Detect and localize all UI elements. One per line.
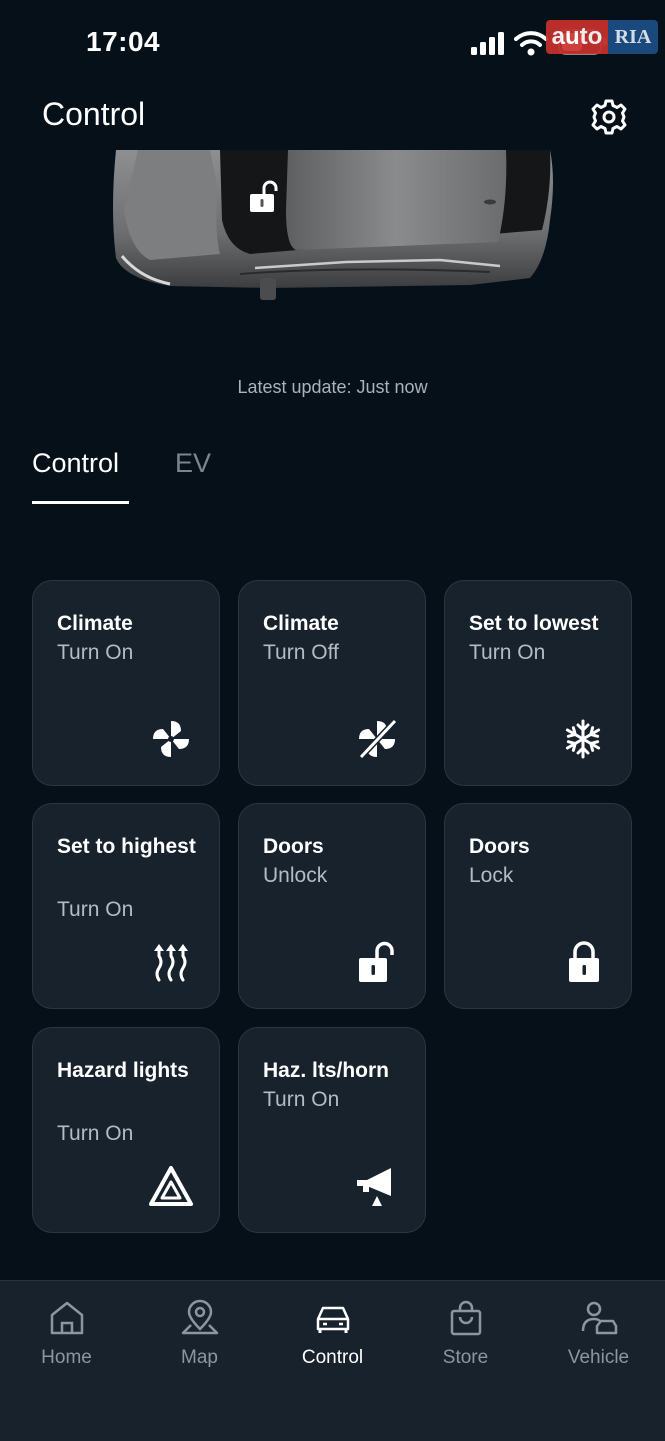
snowflake-icon (565, 719, 601, 759)
horn-icon (357, 1168, 391, 1206)
tile-subtitle: Unlock (263, 864, 328, 887)
climate-on-tile[interactable]: Climate Turn On (32, 580, 220, 786)
doors-lock-tile[interactable]: Doors Lock (444, 803, 632, 1009)
nav-label: Home (41, 1347, 92, 1368)
tile-subtitle: Turn On (263, 1088, 340, 1111)
nav-label: Control (301, 1347, 364, 1368)
watermark-right: RIA (608, 20, 658, 54)
tile-title: Haz. lts/horn (263, 1059, 390, 1082)
nav-control[interactable]: Control (266, 1281, 399, 1391)
tile-title: Set to lowest (469, 612, 599, 635)
nav-label: Map (181, 1347, 218, 1368)
heat-waves-icon (154, 944, 188, 982)
nav-map[interactable]: Map (133, 1281, 266, 1391)
tile-subtitle: Turn On (57, 898, 134, 921)
shopping-bag-icon (450, 1300, 482, 1336)
last-update-text: Latest update: Just now (237, 377, 428, 397)
car-icon (316, 1306, 350, 1333)
person-car-icon (581, 1301, 618, 1335)
climate-off-tile[interactable]: Climate Turn Off (238, 580, 426, 786)
hazard-lights-tile[interactable]: Hazard lights Turn On (32, 1027, 220, 1233)
tile-title: Climate (263, 612, 339, 635)
tile-title: Doors (469, 835, 530, 858)
tab-control[interactable]: Control (32, 448, 119, 479)
active-tab-indicator (32, 501, 129, 504)
hazard-horn-tile[interactable]: Haz. lts/horn Turn On (238, 1027, 426, 1233)
map-pin-icon (181, 1299, 219, 1335)
tile-subtitle: Turn Off (263, 641, 339, 664)
unlock-icon (359, 941, 394, 982)
tile-subtitle: Turn On (57, 641, 134, 664)
fan-off-icon (358, 718, 398, 760)
status-time: 17:04 (86, 26, 161, 57)
tile-title: Climate (57, 612, 133, 635)
tile-subtitle: Lock (469, 864, 514, 887)
nav-label: Vehicle (567, 1347, 630, 1368)
bottom-nav: Home Map Control Store Vehicle (0, 1280, 665, 1441)
watermark-logo: auto RIA (546, 20, 658, 56)
wifi-icon (514, 31, 548, 56)
signal-icon (471, 32, 504, 55)
tile-subtitle: Turn On (469, 641, 546, 664)
tile-title: Set to highest (57, 835, 196, 858)
tile-title: Doors (263, 835, 324, 858)
hazard-triangle-icon (149, 1166, 193, 1206)
watermark-left: auto (546, 20, 608, 54)
set-lowest-tile[interactable]: Set to lowest Turn On (444, 580, 632, 786)
nav-vehicle[interactable]: Vehicle (532, 1281, 665, 1391)
fan-icon (153, 721, 189, 757)
tile-subtitle: Turn On (57, 1122, 134, 1145)
tab-ev[interactable]: EV (175, 448, 211, 479)
doors-unlock-tile[interactable]: Doors Unlock (238, 803, 426, 1009)
set-highest-tile[interactable]: Set to highest Turn On (32, 803, 220, 1009)
nav-label: Store (442, 1347, 489, 1368)
nav-home[interactable]: Home (0, 1281, 133, 1391)
home-icon (50, 1301, 84, 1335)
tile-title: Hazard lights (57, 1059, 189, 1082)
nav-store[interactable]: Store (399, 1281, 532, 1391)
page-title: Control (42, 96, 146, 132)
lock-icon (569, 941, 599, 982)
vehicle-image (113, 150, 553, 300)
gear-icon[interactable] (588, 96, 630, 138)
